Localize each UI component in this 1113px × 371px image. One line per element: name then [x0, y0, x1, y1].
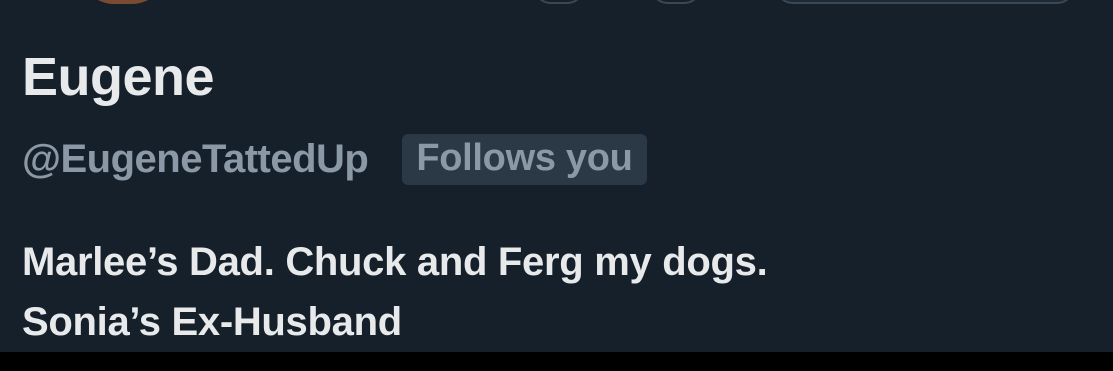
bio-line: Sonia’s Ex-Husband: [22, 300, 402, 344]
display-name: Eugene: [22, 47, 215, 107]
follows-you-badge: Follows you: [402, 133, 647, 185]
profile-header: Eugene @EugeneTattedUp Follows you Marle…: [0, 0, 1113, 352]
bio: Marlee’s Dad. Chuck and Ferg my dogs. So…: [22, 232, 1092, 352]
more-options-button[interactable]: [533, 0, 585, 4]
bio-line: Marlee’s Dad. Chuck and Ferg my dogs.: [22, 240, 768, 284]
handle-row: @EugeneTattedUp Follows you: [22, 132, 647, 186]
follow-button[interactable]: [775, 0, 1075, 4]
message-button[interactable]: [650, 0, 702, 4]
user-handle: @EugeneTattedUp: [22, 136, 369, 181]
avatar[interactable]: [80, 0, 166, 4]
